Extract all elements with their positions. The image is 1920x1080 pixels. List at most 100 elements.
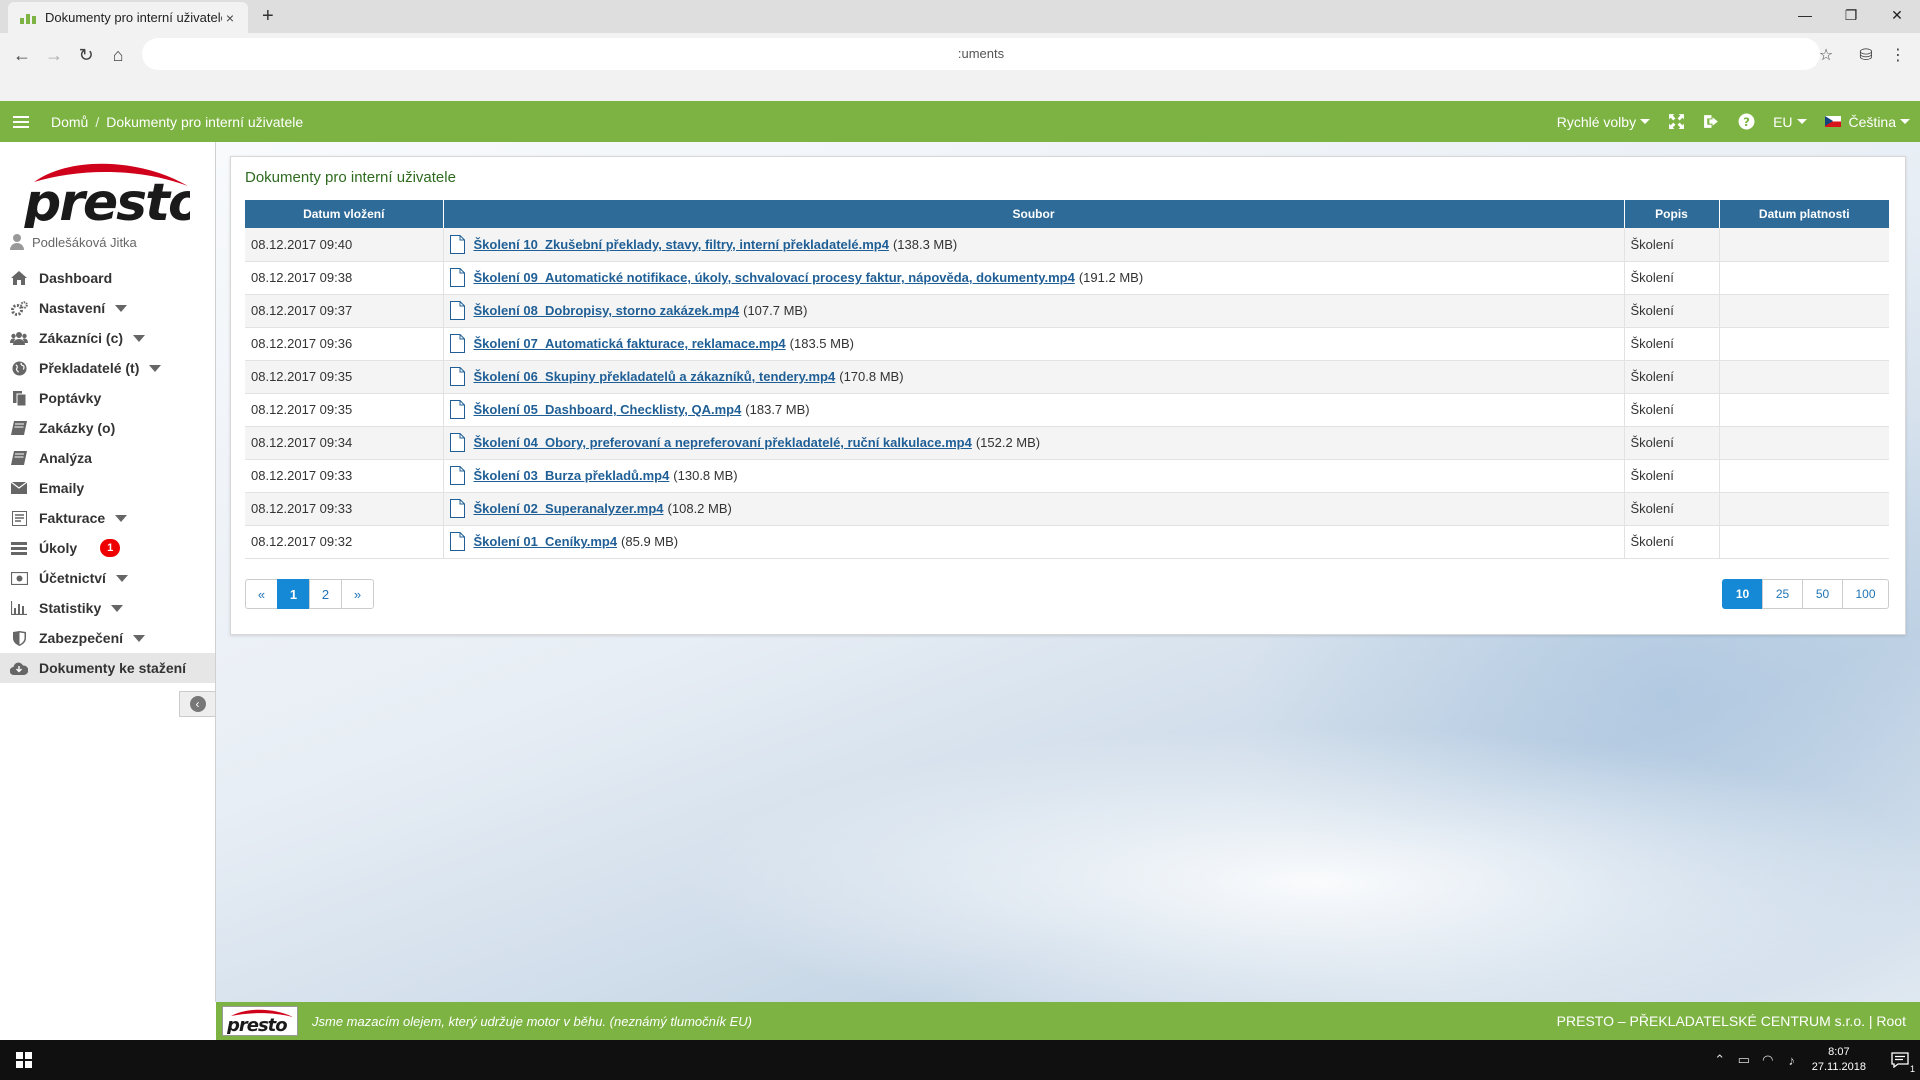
logout-icon[interactable]	[1703, 114, 1720, 129]
file-download-link[interactable]: Školení 09_Automatické notifikace, úkoly…	[474, 270, 1075, 285]
column-header-date[interactable]: Datum vložení	[245, 200, 444, 228]
sidebar-item-analysis[interactable]: Analýza	[0, 443, 215, 473]
region-dropdown[interactable]: EU	[1773, 114, 1807, 130]
file-download-link[interactable]: Školení 03_Burza překladů.mp4	[474, 468, 670, 483]
sidebar-item-label: Statistiky	[39, 600, 102, 616]
column-header-description[interactable]: Popis	[1624, 200, 1720, 228]
page-size-selector: 10 25 50 100	[1722, 579, 1889, 609]
tray-chevron-up-icon[interactable]: ⌃	[1708, 1052, 1732, 1068]
page-size-25[interactable]: 25	[1762, 579, 1803, 609]
clock-time: 8:07	[1828, 1046, 1850, 1058]
file-download-link[interactable]: Školení 06_Skupiny překladatelů a zákazn…	[474, 369, 836, 384]
sidebar-item-invoicing[interactable]: Fakturace	[0, 503, 215, 533]
invoice-icon	[10, 510, 28, 526]
svg-text:?: ?	[1743, 115, 1750, 129]
file-download-link[interactable]: Školení 02_Superanalyzer.mp4	[474, 501, 664, 516]
minimize-button[interactable]: —	[1782, 0, 1828, 30]
user-info[interactable]: Podlešáková Jitka	[10, 234, 137, 250]
file-download-link[interactable]: Školení 08_Dobropisy, storno zakázek.mp4	[474, 303, 740, 318]
file-size: (191.2 MB)	[1078, 270, 1144, 285]
sidebar-item-downloads[interactable]: Dokumenty ke stažení	[0, 653, 215, 683]
sidebar-item-settings[interactable]: Nastavení	[0, 293, 215, 323]
browser-tab[interactable]: Dokumenty pro interní uživatele ×	[8, 2, 248, 33]
back-icon[interactable]: ←	[8, 41, 36, 69]
cell-validity	[1719, 426, 1889, 460]
forward-icon[interactable]: →	[40, 41, 68, 69]
cell-date: 08.12.2017 09:33	[245, 459, 444, 493]
sidebar-item-security[interactable]: Zabezpečení	[0, 623, 215, 653]
sidebar-collapse-button[interactable]: ‹	[179, 691, 215, 717]
menu-toggle-icon[interactable]	[13, 115, 29, 128]
sidebar-item-label: Zabezpečení	[39, 630, 124, 646]
sidebar-item-customers[interactable]: Zákazníci (c)	[0, 323, 215, 353]
quick-options-dropdown[interactable]: Rychlé volby	[1557, 114, 1651, 130]
help-icon[interactable]: ?	[1738, 113, 1755, 130]
sidebar-item-translators[interactable]: Překladatelé (t)	[0, 353, 215, 383]
file-download-link[interactable]: Školení 05_Dashboard, Checklisty, QA.mp4	[474, 402, 742, 417]
column-header-file[interactable]: Soubor	[443, 200, 1625, 228]
wifi-icon[interactable]: ◠	[1756, 1052, 1780, 1068]
sidebar-item-dashboard[interactable]: Dashboard	[0, 263, 215, 293]
file-download-link[interactable]: Školení 07_Automatická fakturace, reklam…	[474, 336, 786, 351]
sidebar-item-statistics[interactable]: Statistiky	[0, 593, 215, 623]
browser-menu-icon[interactable]: ⋮	[1884, 41, 1912, 69]
window-close-button[interactable]: ✕	[1874, 0, 1920, 30]
sidebar-item-label: Emaily	[39, 480, 85, 496]
file-download-link[interactable]: Školení 10_Zkušební překlady, stavy, fil…	[474, 237, 889, 252]
sidebar-item-tasks[interactable]: Úkoly 1	[0, 533, 215, 563]
envelope-icon	[10, 480, 28, 496]
pagination-page-2[interactable]: 2	[309, 579, 342, 609]
bookmark-star-icon[interactable]: ☆	[1812, 41, 1840, 69]
cell-validity	[1719, 492, 1889, 526]
cell-validity	[1719, 525, 1889, 559]
volume-icon[interactable]: ♪	[1780, 1053, 1804, 1068]
action-center-icon[interactable]: 1	[1880, 1040, 1920, 1080]
pagination-page-1[interactable]: 1	[277, 579, 310, 609]
sidebar-item-inquiries[interactable]: Poptávky	[0, 383, 215, 413]
system-tray: ⌃ ▭ ◠ ♪ 8:07 27.11.2018 1	[1708, 1040, 1920, 1080]
cell-description: Školení	[1624, 228, 1720, 262]
app-header: Domů / Dokumenty pro interní uživatele R…	[0, 101, 1920, 142]
page-size-10[interactable]: 10	[1722, 579, 1763, 609]
sidebar-item-orders[interactable]: Zakázky (o)	[0, 413, 215, 443]
caret-down-icon	[115, 514, 128, 522]
sidebar-item-accounting[interactable]: Účetnictví	[0, 563, 215, 593]
home-browser-icon[interactable]: ⌂	[104, 41, 132, 69]
cell-description: Školení	[1624, 360, 1720, 394]
cell-date: 08.12.2017 09:35	[245, 393, 444, 427]
new-tab-button[interactable]: +	[262, 5, 274, 28]
clock[interactable]: 8:07 27.11.2018	[1812, 1045, 1866, 1075]
page-size-100[interactable]: 100	[1842, 579, 1889, 609]
page-size-50[interactable]: 50	[1802, 579, 1843, 609]
footer-company[interactable]: PRESTO – PŘEKLADATELSKÉ CENTRUM s.r.o. |…	[1557, 1013, 1906, 1029]
cell-date: 08.12.2017 09:35	[245, 360, 444, 394]
file-icon	[449, 301, 465, 320]
reload-icon[interactable]: ↻	[72, 41, 100, 69]
presto-logo[interactable]: presto	[20, 160, 204, 233]
extension-icon[interactable]: ⛁	[1852, 41, 1880, 69]
cell-validity	[1719, 228, 1889, 262]
battery-icon[interactable]: ▭	[1732, 1052, 1756, 1068]
file-download-link[interactable]: Školení 04_Obory, preferovaní a neprefer…	[474, 435, 972, 450]
address-text: :uments	[957, 46, 1005, 61]
table-row: 08.12.2017 09:40 Školení 10_Zkušební přek…	[245, 228, 1889, 262]
restore-button[interactable]: ❐	[1828, 0, 1874, 30]
language-dropdown[interactable]: Čeština	[1824, 113, 1910, 130]
caret-down-icon	[115, 574, 128, 582]
pagination-prev[interactable]: «	[245, 579, 278, 609]
pagination-next[interactable]: »	[341, 579, 374, 609]
address-bar[interactable]: :uments	[142, 38, 1820, 70]
clock-date: 27.11.2018	[1811, 1061, 1866, 1073]
file-download-link[interactable]: Školení 01_Ceníky.mp4	[474, 534, 618, 549]
sidebar-item-emails[interactable]: Emaily	[0, 473, 215, 503]
language-label: Čeština	[1848, 113, 1896, 130]
breadcrumb-home[interactable]: Domů	[51, 114, 88, 130]
start-button[interactable]	[0, 1040, 48, 1080]
column-header-validity[interactable]: Datum platnosti	[1719, 200, 1889, 228]
cell-validity	[1719, 327, 1889, 361]
cell-date: 08.12.2017 09:34	[245, 426, 444, 460]
files-icon	[10, 390, 28, 406]
fullscreen-icon[interactable]	[1668, 113, 1685, 130]
tab-close-icon[interactable]: ×	[222, 10, 238, 26]
caret-down-icon	[133, 634, 146, 642]
